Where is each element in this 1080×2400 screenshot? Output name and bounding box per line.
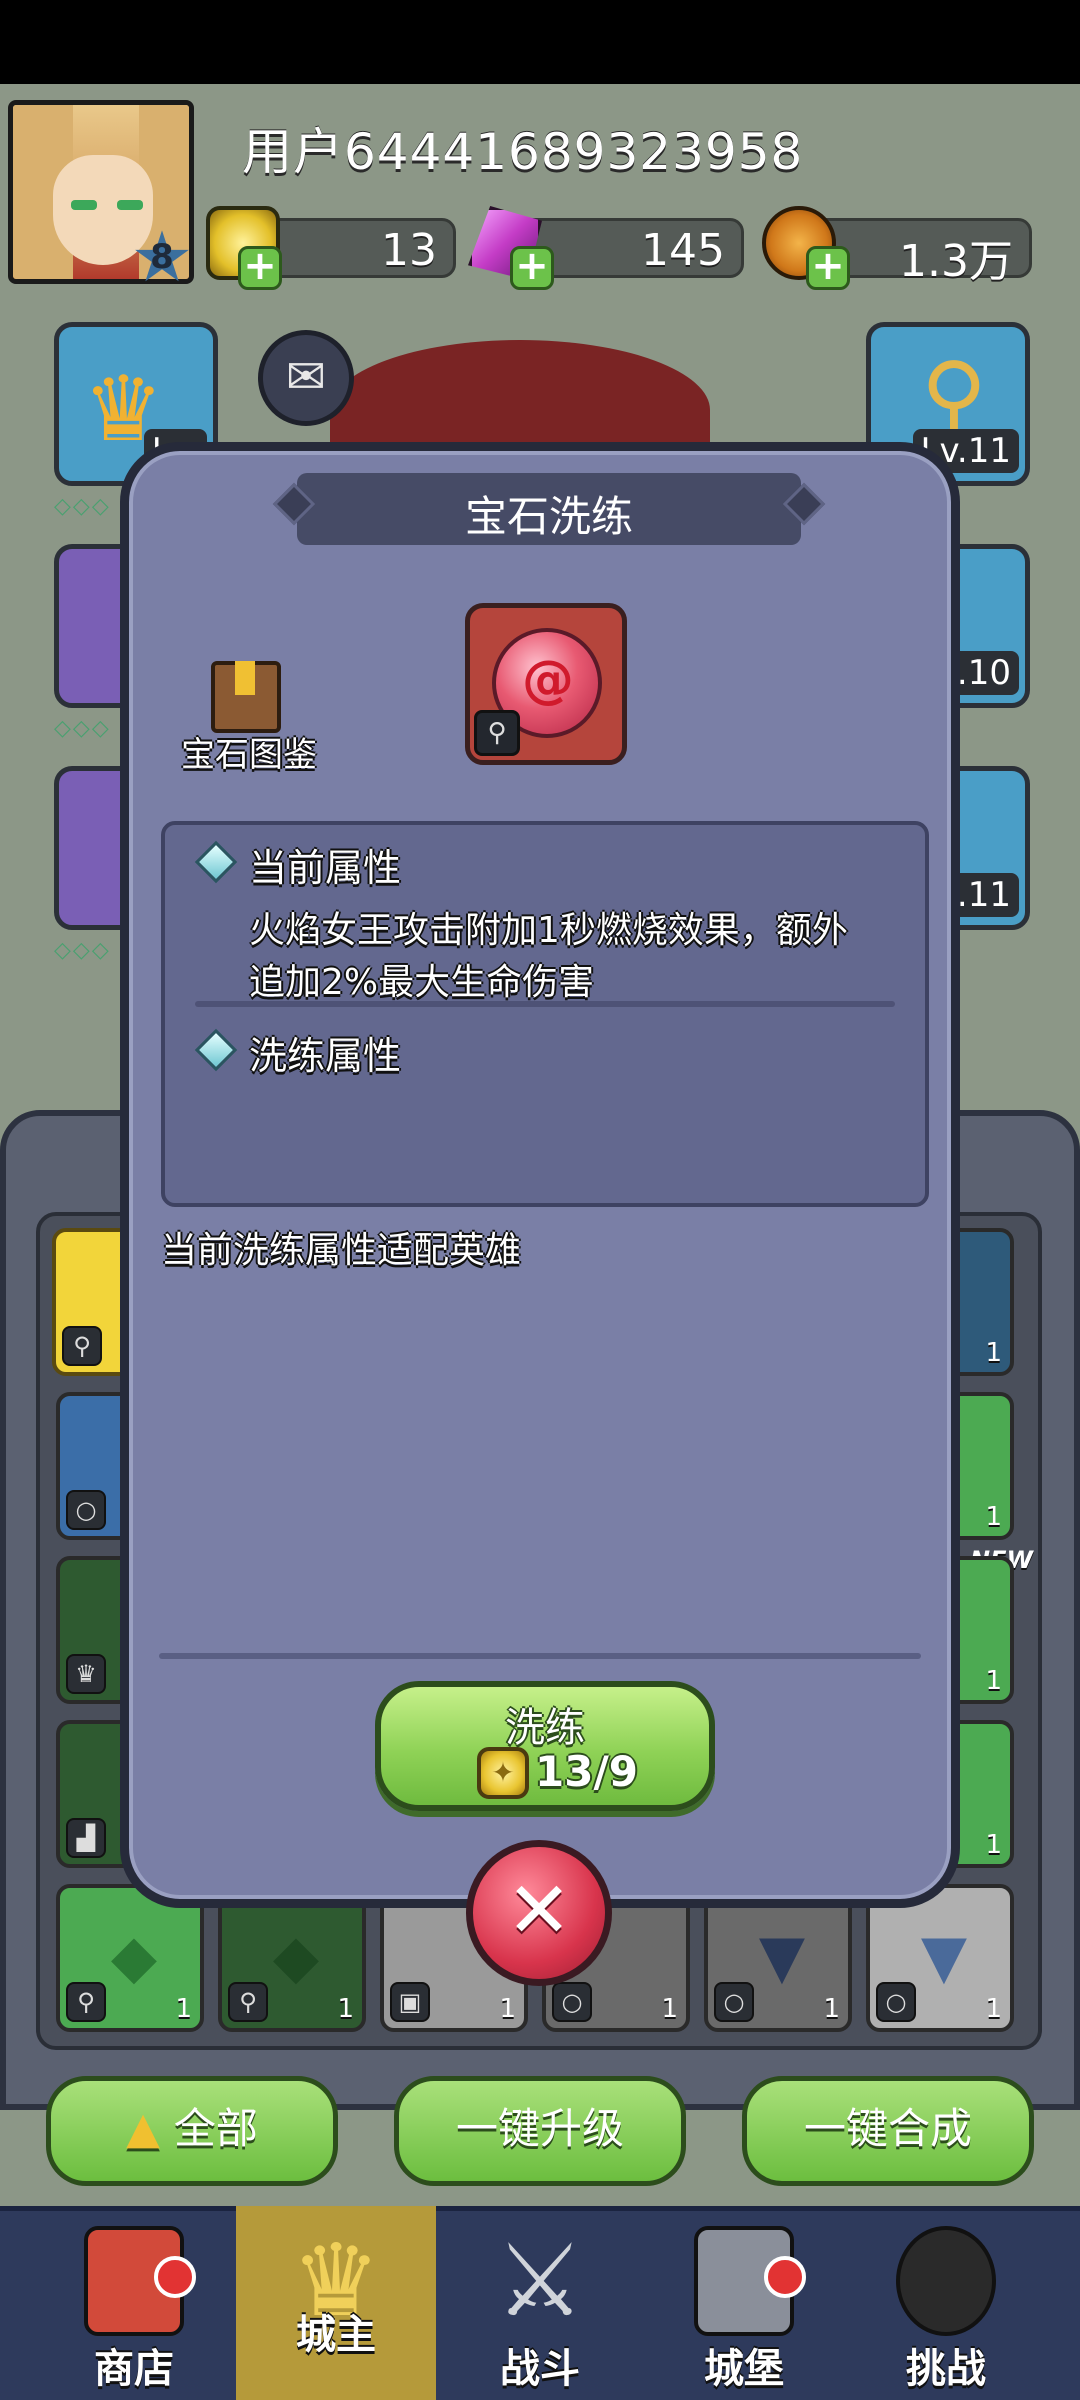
- close-button[interactable]: ✕: [466, 1840, 612, 1986]
- refine-button-label: 洗练: [505, 1705, 585, 1751]
- weapon-tag-icon: ⚲: [474, 710, 520, 756]
- gold-gem-icon: ✦: [477, 1747, 529, 1799]
- crossed-swords-icon: ⚔: [495, 2222, 585, 2339]
- avatar-eye-right: [117, 200, 143, 210]
- armor-tile-diamonds: ◇◇◇: [54, 716, 111, 741]
- blue-gem-icon: ▼: [758, 1922, 806, 1992]
- hero-note: 当前洗练属性适配英雄: [161, 1230, 522, 1271]
- status-bar: [0, 0, 1080, 84]
- current-attr-heading: 当前属性: [249, 846, 402, 890]
- attribute-box: 当前属性 火焰女王攻击附加1秒燃烧效果，额外 追加2%最大生命伤害 洗练属性: [161, 821, 929, 1207]
- green-gem-icon: ◆: [110, 1922, 158, 1992]
- tag-icon: ⚲: [62, 1326, 102, 1366]
- gem-book-icon[interactable]: [211, 661, 281, 733]
- crown-tag-icon: ♛: [66, 1654, 106, 1694]
- slot-count: 1: [823, 1994, 840, 2024]
- copper-coin-amount: 1.3万: [899, 236, 1013, 287]
- crown-tile-diamonds: ◇◇◇: [54, 494, 111, 519]
- merge-all-button[interactable]: 一键合成: [742, 2076, 1034, 2186]
- slot-count: 1: [661, 1994, 678, 2024]
- nav-battle[interactable]: ⚔ 战斗: [440, 2206, 640, 2400]
- dialog-title: 宝石洗练: [464, 492, 633, 541]
- notification-badge: [764, 2256, 806, 2298]
- refine-button[interactable]: 洗练 ✦ 13/9: [375, 1681, 715, 1811]
- username: 用户64441689323958: [242, 123, 804, 181]
- slot-count: 1: [985, 1666, 1002, 1696]
- nav-shop-label: 商店: [94, 2346, 174, 2392]
- gem-refine-dialog: 宝石洗练 宝石图鉴 @ ⚲ 当前属性 火焰女王攻击附加1秒燃烧效果，额外 追加2…: [120, 442, 960, 1908]
- slot-count: 1: [175, 1994, 192, 2024]
- tag-icon: ⚲: [66, 1982, 106, 2022]
- pink-crystal-amount: 145: [641, 225, 725, 276]
- nav-shop[interactable]: 商店: [34, 2206, 234, 2400]
- add-copper-coin-button[interactable]: +: [806, 246, 850, 290]
- add-gold-gem-button[interactable]: +: [238, 246, 282, 290]
- refine-attr-heading: 洗练属性: [249, 1034, 402, 1078]
- current-attr-text-line1: 火焰女王攻击附加1秒燃烧效果，额外: [249, 910, 848, 951]
- notification-badge: [154, 2256, 196, 2298]
- slot-count: 1: [337, 1994, 354, 2024]
- dialog-divider: [159, 1653, 921, 1659]
- diamond-bullet-icon: [194, 840, 238, 884]
- ring-tag-icon: ○: [714, 1982, 754, 2022]
- add-pink-crystal-button[interactable]: +: [510, 246, 554, 290]
- blue-gem-icon: ▼: [920, 1922, 968, 1992]
- helmet-tile-diamonds: ◇◇◇: [54, 938, 111, 963]
- nav-lord[interactable]: ♛ 城主: [236, 2206, 436, 2400]
- player-level: 8: [150, 237, 174, 277]
- tag-icon: ⚲: [228, 1982, 268, 2022]
- ring-tag-icon: ○: [876, 1982, 916, 2022]
- green-gem-icon: ◆: [272, 1922, 320, 1992]
- diamond-bullet-icon: [194, 1028, 238, 1072]
- slot-count: 1: [985, 1994, 1002, 2024]
- nav-battle-label: 战斗: [500, 2346, 580, 2392]
- refine-cost: 13/9: [535, 1747, 639, 1796]
- nav-challenge-label: 挑战: [906, 2346, 986, 2392]
- dialog-title-bar: 宝石洗练: [297, 473, 801, 545]
- armor-tag-icon: ▣: [390, 1982, 430, 2022]
- filter-all-label: 全部: [173, 2104, 258, 2153]
- selected-gem: @ ⚲: [465, 603, 627, 765]
- gold-gem-amount: 13: [381, 225, 437, 276]
- current-attr-text: 火焰女王攻击附加1秒燃烧效果，额外 追加2%最大生命伤害: [249, 905, 889, 1009]
- scroll-icon[interactable]: ✉: [258, 330, 354, 426]
- triangle-up-icon: ▲: [126, 2103, 160, 2154]
- demon-icon: [896, 2226, 996, 2336]
- boot-tag-icon: ▟: [66, 1818, 106, 1858]
- ring-tag-icon: ○: [66, 1490, 106, 1530]
- slot-count: 1: [985, 1830, 1002, 1860]
- upgrade-all-button[interactable]: 一键升级: [394, 2076, 686, 2186]
- nav-castle-label: 城堡: [704, 2346, 784, 2392]
- nav-castle[interactable]: 城堡: [644, 2206, 844, 2400]
- slot-count: 1: [985, 1338, 1002, 1368]
- nav-challenge[interactable]: 挑战: [846, 2206, 1046, 2400]
- slot-count: 1: [499, 1994, 516, 2024]
- ring-tag-icon: ○: [552, 1982, 592, 2022]
- nav-lord-label: 城主: [296, 2312, 376, 2358]
- gem-book-label[interactable]: 宝石图鉴: [159, 727, 339, 776]
- avatar-eye-left: [71, 200, 97, 210]
- swirl-icon: @: [522, 650, 574, 710]
- slot-count: 1: [985, 1502, 1002, 1532]
- attr-divider: [195, 1001, 895, 1007]
- filter-all-button[interactable]: ▲ 全部: [46, 2076, 338, 2186]
